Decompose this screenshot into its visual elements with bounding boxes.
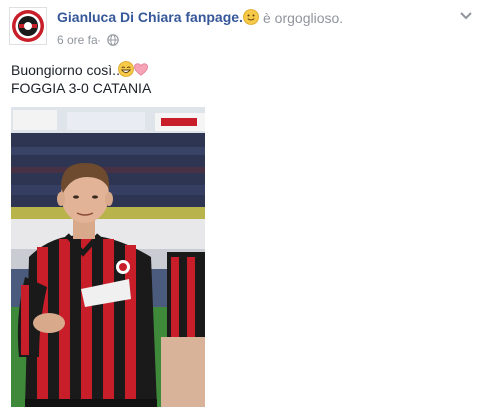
- chevron-down-icon[interactable]: [458, 9, 474, 23]
- grinning-face-icon: [118, 61, 134, 77]
- globe-icon[interactable]: [107, 34, 119, 46]
- post-timestamp-link[interactable]: 6 ore fa: [57, 33, 98, 47]
- post-photo[interactable]: [11, 107, 205, 407]
- club-crest-icon: [12, 10, 44, 42]
- feeling-text: è orgoglioso.: [263, 10, 344, 26]
- page-avatar[interactable]: [9, 7, 47, 45]
- author-name-link[interactable]: Gianluca Di Chiara fanpage.: [57, 9, 243, 25]
- slightly-smiling-face-icon: [243, 9, 259, 25]
- football-player-photo: [11, 107, 205, 407]
- facebook-post: Gianluca Di Chiara fanpage. è orgoglioso…: [0, 0, 483, 420]
- post-text-line2: FOGGIA 3-0 CATANIA: [11, 80, 152, 96]
- post-text-line1: Buongiorno così..: [11, 62, 120, 78]
- pink-heart-icon: [134, 63, 148, 76]
- meta-separator: ·: [97, 33, 101, 47]
